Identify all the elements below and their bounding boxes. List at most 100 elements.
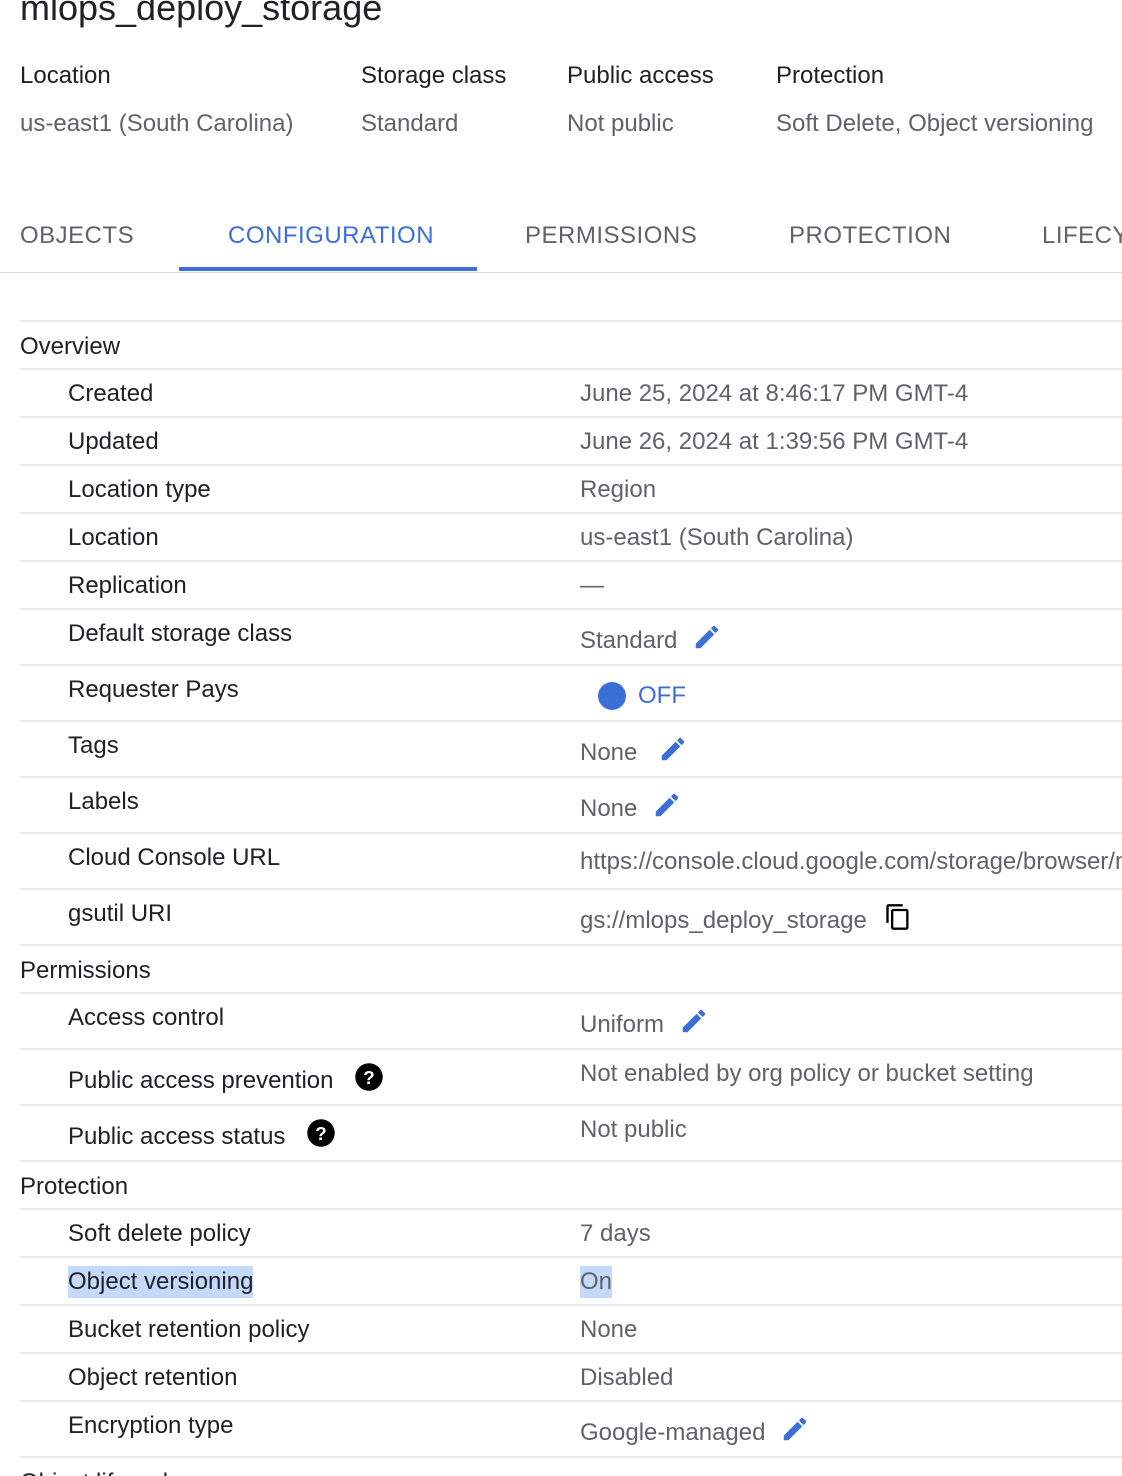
row-value: None [580, 794, 638, 822]
row-label: Bucket retention policy [68, 1316, 310, 1343]
row-value-wrap: None [580, 790, 682, 829]
row-console-url: Cloud Console URL https://console.cloud.… [20, 834, 1122, 890]
row-label: Object versioning [68, 1266, 254, 1298]
summary-public-access: Public access Not public [567, 60, 714, 140]
svg-text:?: ? [315, 1123, 326, 1144]
row-value: June 25, 2024 at 8:46:17 PM GMT-4 [580, 380, 969, 407]
row-value: Not enabled by org policy or bucket sett… [580, 1060, 1034, 1087]
row-label: Location type [68, 476, 211, 503]
pencil-icon[interactable] [692, 622, 722, 661]
row-location: Location us-east1 (South Carolina) [20, 514, 1122, 562]
row-access-control: Access control Uniform [20, 994, 1122, 1050]
summary-location: Location us-east1 (South Carolina) [20, 60, 293, 140]
help-circle-icon[interactable]: ? [354, 1062, 384, 1101]
row-replication: Replication — [20, 562, 1122, 610]
row-value: Disabled [580, 1364, 674, 1391]
row-label: Requester Pays [68, 676, 239, 703]
toggle-knob [598, 682, 626, 710]
summary-public-access-value: Not public [567, 110, 674, 137]
row-gsutil-uri: gsutil URI gs://mlops_deploy_storage [20, 890, 1122, 946]
row-label: Encryption type [68, 1412, 234, 1439]
row-created: Created June 25, 2024 at 8:46:17 PM GMT-… [20, 370, 1122, 418]
row-location-type: Location type Region [20, 466, 1122, 514]
row-value-wrap: None [580, 734, 688, 773]
row-label: Created [68, 380, 154, 407]
row-label: Updated [68, 428, 159, 455]
requester-pays-toggle[interactable]: OFF [598, 680, 686, 712]
summary-storage-class-label: Storage class [361, 62, 507, 89]
pencil-icon[interactable] [679, 1006, 709, 1045]
row-updated: Updated June 26, 2024 at 1:39:56 PM GMT-… [20, 418, 1122, 466]
section-header-overview: Overview [20, 322, 1122, 370]
row-value: Uniform [580, 1010, 665, 1038]
section-header-permissions: Permissions [20, 946, 1122, 994]
row-label: Location [68, 524, 159, 551]
row-label: Public access status [68, 1122, 286, 1150]
tab-lifecycle[interactable]: LIFECYCLE [1042, 208, 1122, 271]
summary-protection-value: Soft Delete, Object versioning [776, 110, 1094, 137]
row-value: — [580, 572, 604, 599]
row-value: Region [580, 476, 657, 503]
row-public-access-prevention: Public access prevention ? Not enabled b… [20, 1050, 1122, 1106]
row-label: Tags [68, 732, 119, 759]
row-object-retention: Object retention Disabled [20, 1354, 1122, 1402]
row-label: Object retention [68, 1364, 238, 1391]
help-circle-icon[interactable]: ? [306, 1118, 336, 1157]
summary-location-value: us-east1 (South Carolina) [20, 110, 294, 137]
bucket-details-page: mlops_deploy_storage Location us-east1 (… [0, 0, 1122, 1476]
tab-configuration[interactable]: CONFIGURATION [228, 208, 434, 271]
console-url-link[interactable]: https://console.cloud.google.com/storage… [580, 846, 1122, 878]
row-label: Default storage class [68, 620, 293, 647]
row-value-wrap: Standard [580, 622, 722, 661]
tab-objects[interactable]: OBJECTS [20, 208, 134, 271]
row-value: Standard [580, 626, 678, 654]
row-label: gsutil URI [68, 900, 173, 927]
tab-permissions[interactable]: PERMISSIONS [525, 208, 697, 271]
row-value: Not public [580, 1116, 687, 1143]
tab-protection[interactable]: PROTECTION [789, 208, 951, 271]
row-value: us-east1 (South Carolina) [580, 524, 854, 551]
copy-icon[interactable] [884, 902, 912, 941]
section-header-protection: Protection [20, 1162, 1122, 1210]
row-label: Labels [68, 788, 139, 815]
summary-public-access-label: Public access [567, 62, 714, 89]
row-object-versioning: Object versioning On [20, 1258, 1122, 1306]
row-value: None [580, 1316, 638, 1343]
row-labels: Labels None [20, 778, 1122, 834]
row-value-wrap: gs://mlops_deploy_storage [580, 902, 912, 941]
section-header-object-lifecycle: Object lifecycle [20, 1458, 1122, 1476]
toggle-state: OFF [638, 682, 686, 709]
row-label: Public access prevention [68, 1066, 334, 1094]
row-label: Soft delete policy [68, 1220, 251, 1247]
summary-location-label: Location [20, 62, 111, 89]
summary-protection-label: Protection [776, 62, 885, 89]
pencil-icon[interactable] [652, 790, 682, 829]
pencil-icon[interactable] [658, 734, 688, 773]
row-value: Google-managed [580, 1418, 766, 1446]
row-label: Cloud Console URL [68, 844, 281, 871]
row-value-wrap: Uniform [580, 1006, 709, 1045]
active-tab-indicator [179, 267, 477, 271]
row-default-storage-class: Default storage class Standard [20, 610, 1122, 666]
page-title: mlops_deploy_storage [20, 0, 383, 28]
row-value: On [580, 1266, 613, 1298]
row-value: 7 days [580, 1220, 651, 1247]
svg-text:?: ? [363, 1067, 374, 1088]
row-public-access-status: Public access status ? Not public [20, 1106, 1122, 1162]
row-encryption-type: Encryption type Google-managed [20, 1402, 1122, 1458]
summary-storage-class: Storage class Standard [361, 60, 506, 140]
configuration-table: Overview Created June 25, 2024 at 8:46:1… [20, 320, 1122, 1476]
row-bucket-retention-policy: Bucket retention policy None [20, 1306, 1122, 1354]
row-requester-pays: Requester Pays OFF [20, 666, 1122, 722]
pencil-icon[interactable] [780, 1414, 810, 1453]
row-label: Replication [68, 572, 187, 599]
row-value: gs://mlops_deploy_storage [580, 906, 867, 934]
row-tags: Tags None [20, 722, 1122, 778]
row-soft-delete-policy: Soft delete policy 7 days [20, 1210, 1122, 1258]
row-value-wrap: Google-managed [580, 1414, 810, 1453]
row-label-wrap: Public access status ? [68, 1118, 336, 1157]
row-value: None [580, 738, 638, 766]
tab-bar: OBJECTS CONFIGURATION PERMISSIONS PROTEC… [0, 208, 1122, 273]
row-label: Access control [68, 1004, 225, 1031]
row-value: June 26, 2024 at 1:39:56 PM GMT-4 [580, 428, 969, 455]
